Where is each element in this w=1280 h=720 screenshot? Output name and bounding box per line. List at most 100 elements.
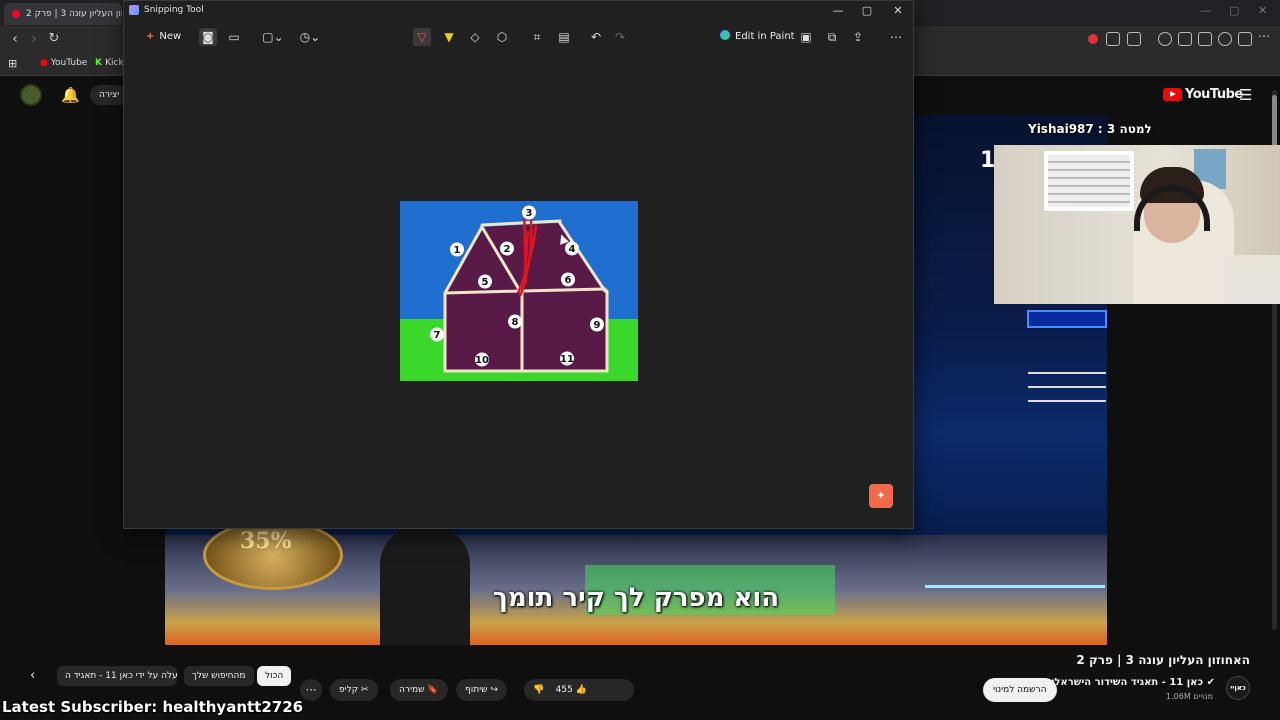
crop-icon[interactable]: ⌗ xyxy=(528,28,546,46)
shield-icon[interactable] xyxy=(1238,32,1252,46)
youtube-logo[interactable]: YouTube xyxy=(1163,87,1243,102)
stage-light-line xyxy=(1028,386,1106,388)
back-icon[interactable]: ‹ xyxy=(6,31,24,47)
undo-icon[interactable]: ↶ xyxy=(587,28,605,46)
hamburger-menu-icon[interactable]: ☰ xyxy=(1239,86,1252,104)
highlighter-icon[interactable]: ▼ xyxy=(440,28,458,46)
notifications-bell-icon[interactable]: 🔔 xyxy=(61,86,80,104)
like-icon[interactable]: 👍 xyxy=(576,685,587,695)
eraser-icon[interactable]: ◇ xyxy=(466,28,484,46)
browser-tab[interactable]: האחוזון העליון עונה 3 | פרק 2 - ... xyxy=(4,3,122,25)
redo-icon[interactable]: ↷ xyxy=(611,28,629,46)
reload-icon[interactable]: ↻ xyxy=(45,31,63,46)
shapes-icon[interactable]: ⬡ xyxy=(493,28,511,46)
label-number-7: 7 xyxy=(434,330,441,341)
avatar[interactable] xyxy=(20,84,42,106)
screenshot-icon[interactable] xyxy=(1127,32,1141,46)
youtube-bookmark-icon: ● xyxy=(40,58,51,68)
youtube-favicon-icon xyxy=(12,10,20,18)
plus-icon: + xyxy=(146,31,155,42)
latest-subscriber-overlay: Latest Subscriber: healthyantt2726 xyxy=(2,698,304,716)
label-number-11: 11 xyxy=(560,354,574,365)
browser-minimize-button[interactable]: — xyxy=(1200,4,1211,17)
forward-icon[interactable]: › xyxy=(25,31,43,47)
sidebar-icon[interactable] xyxy=(1178,32,1192,46)
browser-menu-icon[interactable]: ⋯ xyxy=(1258,29,1272,43)
label-number-2: 2 xyxy=(504,244,511,255)
snipping-tool-title: Snipping Tool xyxy=(144,5,204,15)
extension-puzzle-icon[interactable] xyxy=(1106,32,1120,46)
media-icon[interactable] xyxy=(1158,32,1172,46)
new-snip-button[interactable]: + New xyxy=(139,27,188,47)
snipping-tool-app-icon xyxy=(129,5,139,15)
copy-icon[interactable]: ⧉ xyxy=(823,28,841,46)
label-number-5: 5 xyxy=(482,277,489,288)
share-button[interactable]: שיתוף ↪ xyxy=(456,679,507,701)
snip-shape-dropdown-icon[interactable]: ▢⌄ xyxy=(260,28,286,46)
label-number-8: 8 xyxy=(512,317,519,328)
edit-in-paint-button[interactable]: Edit in Paint xyxy=(720,30,795,42)
puzzle-house-body xyxy=(445,291,607,371)
snip-maximize-button[interactable]: ▢ xyxy=(857,4,877,17)
scissors-icon: ✂ xyxy=(361,685,369,695)
subscribe-button[interactable]: הרשמה למינוי xyxy=(983,678,1057,702)
label-number-6: 6 xyxy=(565,275,572,286)
subscriber-count: 1.06M מנויים xyxy=(1166,692,1213,701)
coin-percentage-text: 35% xyxy=(240,528,292,554)
like-dislike-group[interactable]: 👎 455 👍 xyxy=(524,679,634,701)
label-number-9: 9 xyxy=(594,320,601,331)
label-number-10: 10 xyxy=(475,355,489,366)
chip-from-search[interactable]: מהחיפוש שלך xyxy=(184,666,254,686)
stage-light-line xyxy=(1028,372,1106,374)
dislike-icon: 👎 xyxy=(533,685,545,695)
matchstick-puzzle-image: 1 2 3 4 5 6 7 8 9 10 11 xyxy=(400,201,638,381)
copilot-button[interactable]: ✦ xyxy=(869,484,893,508)
tab-title: האחוזון העליון עונה 3 | פרק 2 - ... xyxy=(26,9,122,19)
kick-bookmark-icon: K xyxy=(95,58,106,68)
snip-close-button[interactable]: ✕ xyxy=(888,4,908,17)
video-mode-icon[interactable]: ▭ xyxy=(225,28,243,46)
copilot-icon[interactable] xyxy=(1218,32,1232,46)
browser-maximize-button[interactable]: ▢ xyxy=(1229,4,1239,17)
label-number-1: 1 xyxy=(454,245,461,256)
webcam-window-shutter xyxy=(1044,151,1134,211)
stage-led-panel xyxy=(1027,310,1107,328)
pen-tool-icon[interactable]: ▽ xyxy=(413,28,431,46)
match-5 xyxy=(443,289,522,295)
more-actions-icon[interactable]: ⋯ xyxy=(300,679,322,701)
chips-scroll-left-icon[interactable]: ‹ xyxy=(30,668,35,683)
verified-icon: ✔ xyxy=(1206,677,1215,688)
screenshot-mode-icon[interactable]: ◙ xyxy=(199,28,217,46)
text-actions-icon[interactable]: ▤ xyxy=(555,28,573,46)
matchstick-house-svg: 1 2 3 4 5 6 7 8 9 10 11 xyxy=(400,201,638,381)
webcam-feed xyxy=(994,145,1280,304)
share-arrow-icon: ↪ xyxy=(490,685,498,695)
chip-uploaded-by[interactable]: העלה על ידי כאן 11 - תאגיד ה xyxy=(57,666,177,686)
channel-name[interactable]: כאן 11 - תאגיד השידור הישראלי ✔ xyxy=(1051,677,1215,688)
paint-palette-icon xyxy=(720,30,730,40)
browser-close-button[interactable]: ✕ xyxy=(1258,4,1267,17)
apps-grid-icon[interactable]: ⊞ xyxy=(8,57,17,70)
save-icon[interactable]: ▣ xyxy=(797,28,815,46)
share-icon[interactable]: ⇪ xyxy=(849,28,867,46)
extension-icon[interactable] xyxy=(1088,34,1098,44)
clip-button[interactable]: קליפ ✂ xyxy=(330,679,378,701)
chip-all[interactable]: הכול xyxy=(257,666,292,686)
label-number-4: 4 xyxy=(569,244,576,255)
bookmark-kick[interactable]: K Kick xyxy=(95,58,124,68)
label-number-3: 3 xyxy=(526,208,533,219)
like-count: 455 xyxy=(555,685,573,695)
video-title: האחוזון העליון עונה 3 | פרק 2 xyxy=(1076,653,1250,667)
match-6 xyxy=(520,287,607,293)
stream-cam-title: Yishai987 : למטה 3 xyxy=(1028,122,1152,136)
more-options-icon[interactable]: ⋯ xyxy=(887,28,905,46)
video-subtitle: הוא מפרק לך קיר תומך xyxy=(492,583,780,613)
delay-timer-dropdown-icon[interactable]: ◷⌄ xyxy=(297,28,323,46)
channel-avatar[interactable]: כאןיי xyxy=(1226,676,1250,700)
save-button[interactable]: שמירה 🔖 xyxy=(390,679,448,701)
bookmark-youtube[interactable]: ● YouTube xyxy=(40,58,87,68)
snip-minimize-button[interactable]: — xyxy=(828,4,848,17)
webcam-blanket xyxy=(1224,255,1280,304)
youtube-play-icon xyxy=(1163,88,1182,101)
collections-icon[interactable] xyxy=(1198,32,1212,46)
